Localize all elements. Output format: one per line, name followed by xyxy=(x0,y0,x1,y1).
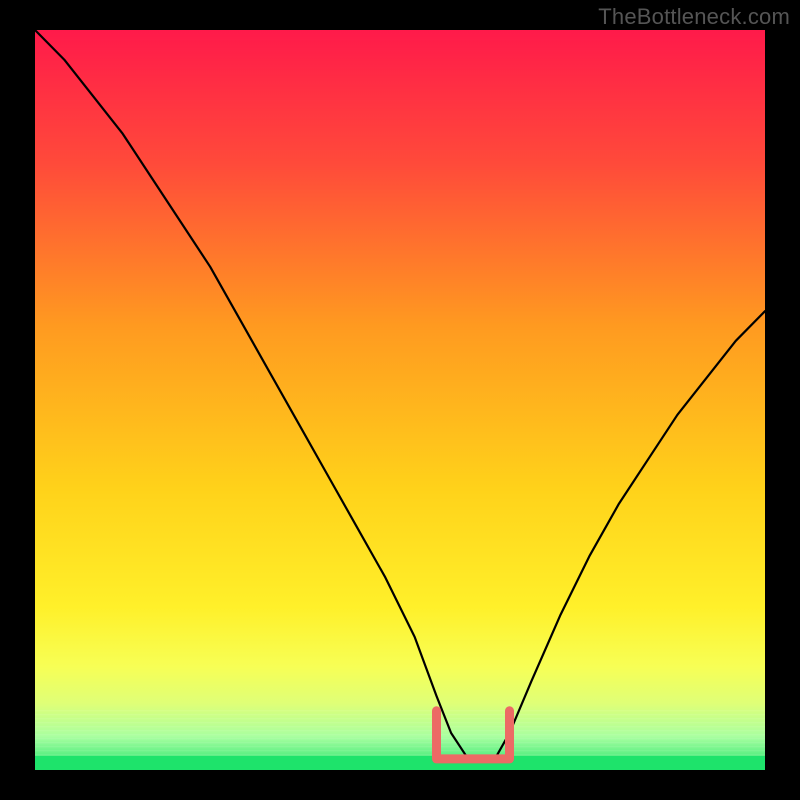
watermark-text: TheBottleneck.com xyxy=(598,4,790,30)
bottleneck-chart xyxy=(0,0,800,800)
chart-frame: TheBottleneck.com xyxy=(0,0,800,800)
